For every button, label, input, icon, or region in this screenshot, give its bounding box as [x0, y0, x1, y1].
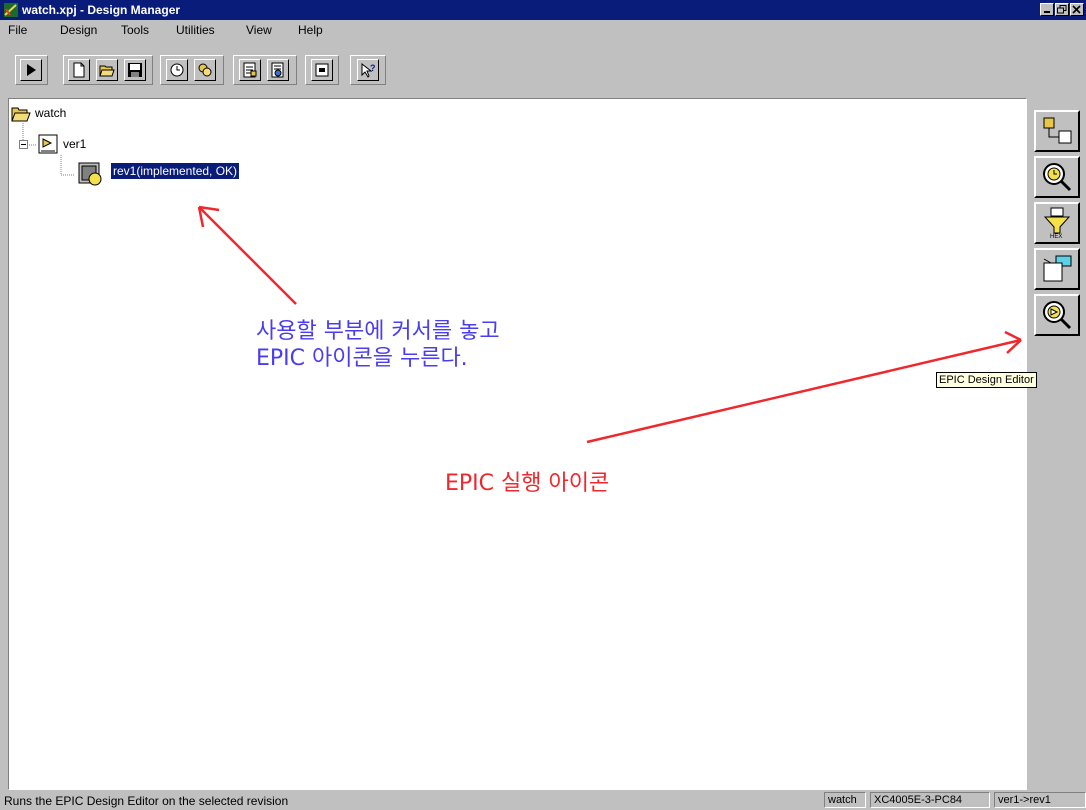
- side-tool-panel: HEX: [1030, 98, 1086, 790]
- toolbar-history-button[interactable]: [166, 59, 188, 81]
- menu-tools[interactable]: Tools: [121, 23, 149, 37]
- context-help-icon: ?: [361, 62, 376, 78]
- prom-file-formatter-icon: HEX: [1043, 207, 1071, 239]
- window-title: watch.xpj - Design Manager: [22, 3, 181, 17]
- annotation-instruction-line1: 사용할 부분에 커서를 놓고: [256, 319, 500, 344]
- hardware-debugger-icon: [1043, 255, 1072, 282]
- prom-file-formatter-button[interactable]: HEX: [1034, 202, 1080, 244]
- minimize-icon: [1044, 11, 1050, 13]
- save-icon: [128, 63, 142, 77]
- clock-icon: [170, 63, 184, 77]
- folders-icon: [198, 63, 212, 77]
- toolbar-browse-button[interactable]: [194, 59, 216, 81]
- svg-text:HEX: HEX: [1050, 234, 1062, 239]
- toolbar-run-button[interactable]: [20, 59, 42, 81]
- menu-file[interactable]: File: [8, 23, 27, 37]
- toolbar-options-button[interactable]: [311, 59, 333, 81]
- status-bar: Runs the EPIC Design Editor on the selec…: [0, 790, 1086, 810]
- status-device: XC4005E-3-PC84: [870, 792, 990, 808]
- play-icon: [27, 64, 36, 76]
- menu-view[interactable]: View: [246, 23, 272, 37]
- restore-button[interactable]: [1055, 3, 1069, 16]
- epic-design-editor-button[interactable]: [1034, 294, 1080, 336]
- annotation-epic-label: EPIC 실행 아이콘: [445, 471, 610, 496]
- svg-text:?: ?: [370, 63, 376, 73]
- status-project: watch: [824, 792, 866, 808]
- toolbar-new-button[interactable]: [68, 59, 90, 81]
- minimize-button[interactable]: [1040, 3, 1054, 16]
- toolbar-context-help-button[interactable]: ?: [357, 59, 379, 81]
- status-revision-path: ver1->rev1: [994, 792, 1086, 808]
- toolbar-report-detail-button[interactable]: [267, 59, 289, 81]
- design-manager-app-icon: [4, 3, 18, 17]
- options-icon: [315, 63, 329, 77]
- toolbar-save-button[interactable]: [124, 59, 146, 81]
- annotation-arrows: [197, 205, 1022, 444]
- epic-design-editor-tooltip: EPIC Design Editor: [936, 372, 1037, 388]
- restore-icon: [1057, 5, 1067, 14]
- timing-analyzer-icon: [1043, 163, 1072, 192]
- close-button[interactable]: [1070, 3, 1084, 16]
- menu-bar: File Design Tools Utilities View Help: [0, 20, 1086, 40]
- timing-analyzer-button[interactable]: [1034, 156, 1080, 198]
- menu-design[interactable]: Design: [60, 23, 97, 37]
- toolbar-report-button[interactable]: [239, 59, 261, 81]
- flow-engine-button[interactable]: [1034, 110, 1080, 152]
- open-folder-icon: [99, 65, 115, 77]
- menu-help[interactable]: Help: [298, 23, 323, 37]
- status-message: Runs the EPIC Design Editor on the selec…: [4, 794, 289, 808]
- toolbar: ?: [0, 40, 1086, 96]
- report-detail-icon: [271, 62, 284, 78]
- close-icon: [1072, 5, 1081, 14]
- hardware-debugger-button[interactable]: [1034, 248, 1080, 290]
- toolbar-open-button[interactable]: [96, 59, 118, 81]
- new-document-icon: [73, 62, 85, 78]
- title-bar: watch.xpj - Design Manager: [0, 0, 1086, 20]
- epic-design-editor-icon: [1043, 301, 1072, 330]
- report-icon: [243, 62, 257, 78]
- annotation-instruction-line2: EPIC 아이콘을 누른다.: [256, 346, 468, 371]
- project-tree-view[interactable]: watch ver1 rev1(implemented, OK) 사용할 부분에…: [8, 98, 1027, 790]
- flow-engine-icon: [1043, 117, 1072, 144]
- menu-utilities[interactable]: Utilities: [176, 23, 215, 37]
